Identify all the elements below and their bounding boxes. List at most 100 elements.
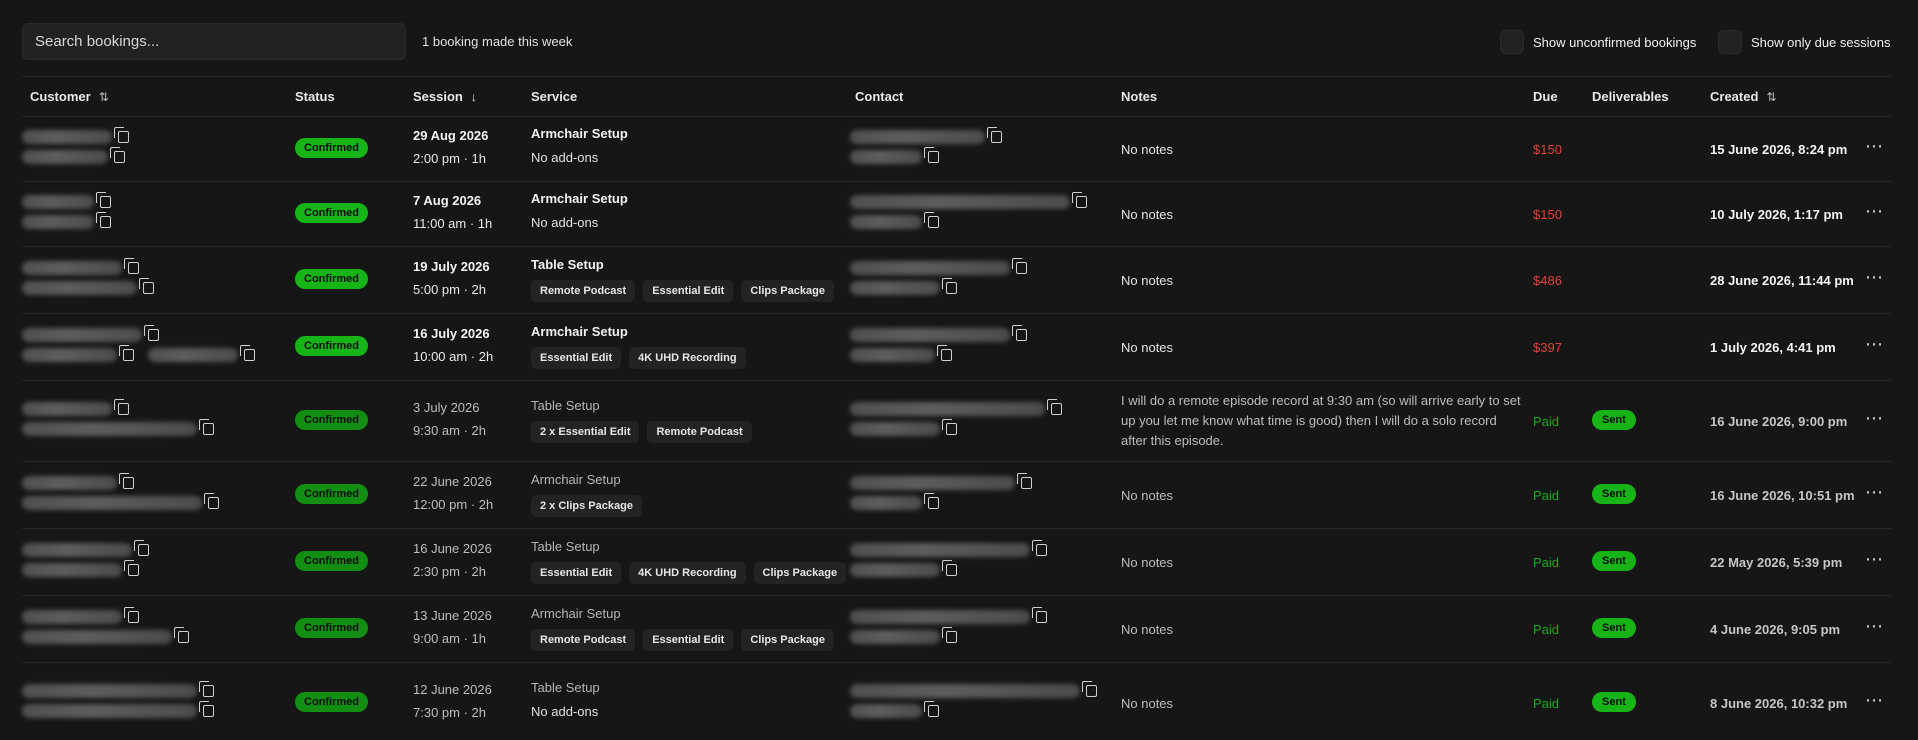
due-amount: Paid — [1533, 413, 1560, 429]
table-row[interactable]: Confirmed 19 July 2026 5:00 pm · 2h Tabl… — [22, 247, 1892, 314]
due-only-checkbox[interactable] — [1718, 30, 1742, 54]
table-row[interactable]: Confirmed 7 Aug 2026 11:00 am · 1h Armch… — [22, 182, 1892, 247]
addon-tag: 2 x Clips Package — [531, 494, 642, 517]
copy-icon[interactable] — [119, 344, 134, 361]
copy-icon[interactable] — [987, 126, 1002, 143]
table-row[interactable]: Confirmed 16 July 2026 10:00 am · 2h Arm… — [22, 314, 1892, 381]
more-options-icon[interactable]: ⋯ — [1865, 334, 1884, 355]
addon-tag: Clips Package — [741, 628, 834, 651]
copy-icon[interactable] — [204, 492, 219, 509]
status-badge: Confirmed — [295, 268, 368, 289]
unconfirmed-label: Show unconfirmed bookings — [1533, 34, 1697, 50]
copy-icon[interactable] — [199, 701, 214, 717]
deliverable-badge: Sent — [1592, 617, 1636, 638]
contact-redacted — [850, 475, 1015, 490]
copy-icon[interactable] — [942, 559, 957, 576]
notes-text: No notes — [1121, 272, 1174, 288]
copy-icon[interactable] — [199, 681, 214, 697]
copy-icon[interactable] — [942, 626, 957, 643]
arrow-down-icon[interactable]: ↓ — [471, 90, 477, 104]
copy-icon[interactable] — [1012, 257, 1027, 274]
copy-icon[interactable] — [1082, 681, 1097, 697]
addon-tags: 2 x Essential Edit Remote Podcast — [531, 420, 752, 443]
unconfirmed-checkbox[interactable] — [1500, 30, 1524, 54]
addon-tag: Essential Edit — [643, 279, 734, 302]
customer-redacted — [22, 421, 197, 436]
copy-icon[interactable] — [942, 277, 957, 294]
copy-icon[interactable] — [924, 492, 939, 509]
copy-icon[interactable] — [114, 126, 129, 143]
copy-icon[interactable] — [96, 211, 111, 228]
created-date: 15 June 2026, 8:24 pm — [1710, 141, 1848, 157]
service-name: Armchair Setup — [531, 605, 621, 621]
service-cell: Armchair Setup No add-ons — [531, 191, 628, 230]
more-options-icon[interactable]: ⋯ — [1865, 408, 1884, 429]
table-row[interactable]: Confirmed 3 July 2026 9:30 am · 2h Table… — [22, 381, 1892, 462]
session-time: 10:00 am · 2h — [413, 348, 494, 364]
copy-icon[interactable] — [1032, 539, 1047, 556]
service-cell: Armchair Setup Essential Edit 4K UHD Reco… — [531, 324, 746, 369]
search-input[interactable] — [22, 23, 406, 60]
unconfirmed-filter[interactable]: Show unconfirmed bookings — [1500, 30, 1696, 54]
copy-icon[interactable] — [96, 191, 111, 208]
copy-icon[interactable] — [924, 701, 939, 717]
copy-icon[interactable] — [1047, 398, 1062, 415]
more-options-icon[interactable]: ⋯ — [1865, 690, 1884, 711]
copy-icon[interactable] — [110, 146, 125, 163]
table-row[interactable]: Confirmed 13 June 2026 9:00 am · 1h Armc… — [22, 596, 1892, 663]
more-options-icon[interactable]: ⋯ — [1865, 482, 1884, 503]
deliverable-badge: Sent — [1592, 692, 1636, 712]
table-row[interactable]: Confirmed 22 June 2026 12:00 pm · 2h Arm… — [22, 462, 1892, 529]
contact-redacted — [850, 609, 1030, 624]
customer-redacted — [22, 495, 202, 510]
copy-icon[interactable] — [199, 418, 214, 435]
table-row[interactable]: Confirmed 16 June 2026 2:30 pm · 2h Tabl… — [22, 529, 1892, 596]
copy-icon[interactable] — [124, 257, 139, 274]
copy-icon[interactable] — [139, 277, 154, 294]
more-options-icon[interactable]: ⋯ — [1865, 549, 1884, 570]
service-cell: Table Setup Remote Podcast Essential Edit… — [531, 257, 834, 302]
more-options-icon[interactable]: ⋯ — [1865, 136, 1884, 157]
deliverable-badge: Sent — [1592, 550, 1636, 571]
deliverables-cell: Sent — [1592, 617, 1636, 638]
column-created[interactable]: Created ⇅ — [1710, 89, 1776, 104]
table-row[interactable]: Confirmed 29 Aug 2026 2:00 pm · 1h Armch… — [22, 117, 1892, 182]
copy-icon[interactable] — [937, 344, 952, 361]
copy-icon[interactable] — [924, 146, 939, 163]
sort-icon[interactable]: ⇅ — [1766, 90, 1776, 104]
copy-icon[interactable] — [119, 472, 134, 489]
status-badge: Confirmed — [295, 137, 368, 158]
copy-icon[interactable] — [942, 418, 957, 435]
column-session[interactable]: Session ↓ — [413, 89, 477, 104]
customer-redacted — [22, 475, 117, 490]
session-cell: 7 Aug 2026 11:00 am · 1h — [413, 193, 492, 231]
copy-icon[interactable] — [114, 398, 129, 415]
more-options-icon[interactable]: ⋯ — [1865, 267, 1884, 288]
copy-icon[interactable] — [240, 344, 255, 361]
copy-icon[interactable] — [1072, 191, 1087, 208]
copy-icon[interactable] — [1032, 606, 1047, 623]
copy-icon[interactable] — [1012, 324, 1027, 341]
customer-redacted — [22, 280, 137, 295]
status-badge: Confirmed — [295, 550, 368, 571]
contact-cell — [850, 398, 1062, 439]
table-row[interactable]: Confirmed 12 June 2026 7:30 pm · 2h Tabl… — [22, 663, 1892, 740]
copy-icon[interactable] — [924, 211, 939, 228]
copy-icon[interactable] — [134, 539, 149, 556]
copy-icon[interactable] — [144, 324, 159, 341]
more-options-icon[interactable]: ⋯ — [1865, 201, 1884, 222]
addons-text: No add-ons — [531, 214, 599, 230]
copy-icon[interactable] — [124, 559, 139, 576]
column-customer[interactable]: Customer ⇅ — [30, 89, 109, 104]
service-name: Table Setup — [531, 538, 600, 554]
contact-redacted — [850, 629, 940, 644]
more-options-icon[interactable]: ⋯ — [1865, 616, 1884, 637]
column-due-label: Due — [1533, 89, 1558, 104]
sort-icon[interactable]: ⇅ — [99, 90, 109, 104]
notes-text: No notes — [1121, 339, 1174, 355]
copy-icon[interactable] — [174, 626, 189, 643]
copy-icon[interactable] — [1017, 472, 1032, 489]
copy-icon[interactable] — [124, 606, 139, 623]
session-date: 7 Aug 2026 — [413, 192, 482, 208]
due-only-filter[interactable]: Show only due sessions — [1718, 30, 1890, 54]
